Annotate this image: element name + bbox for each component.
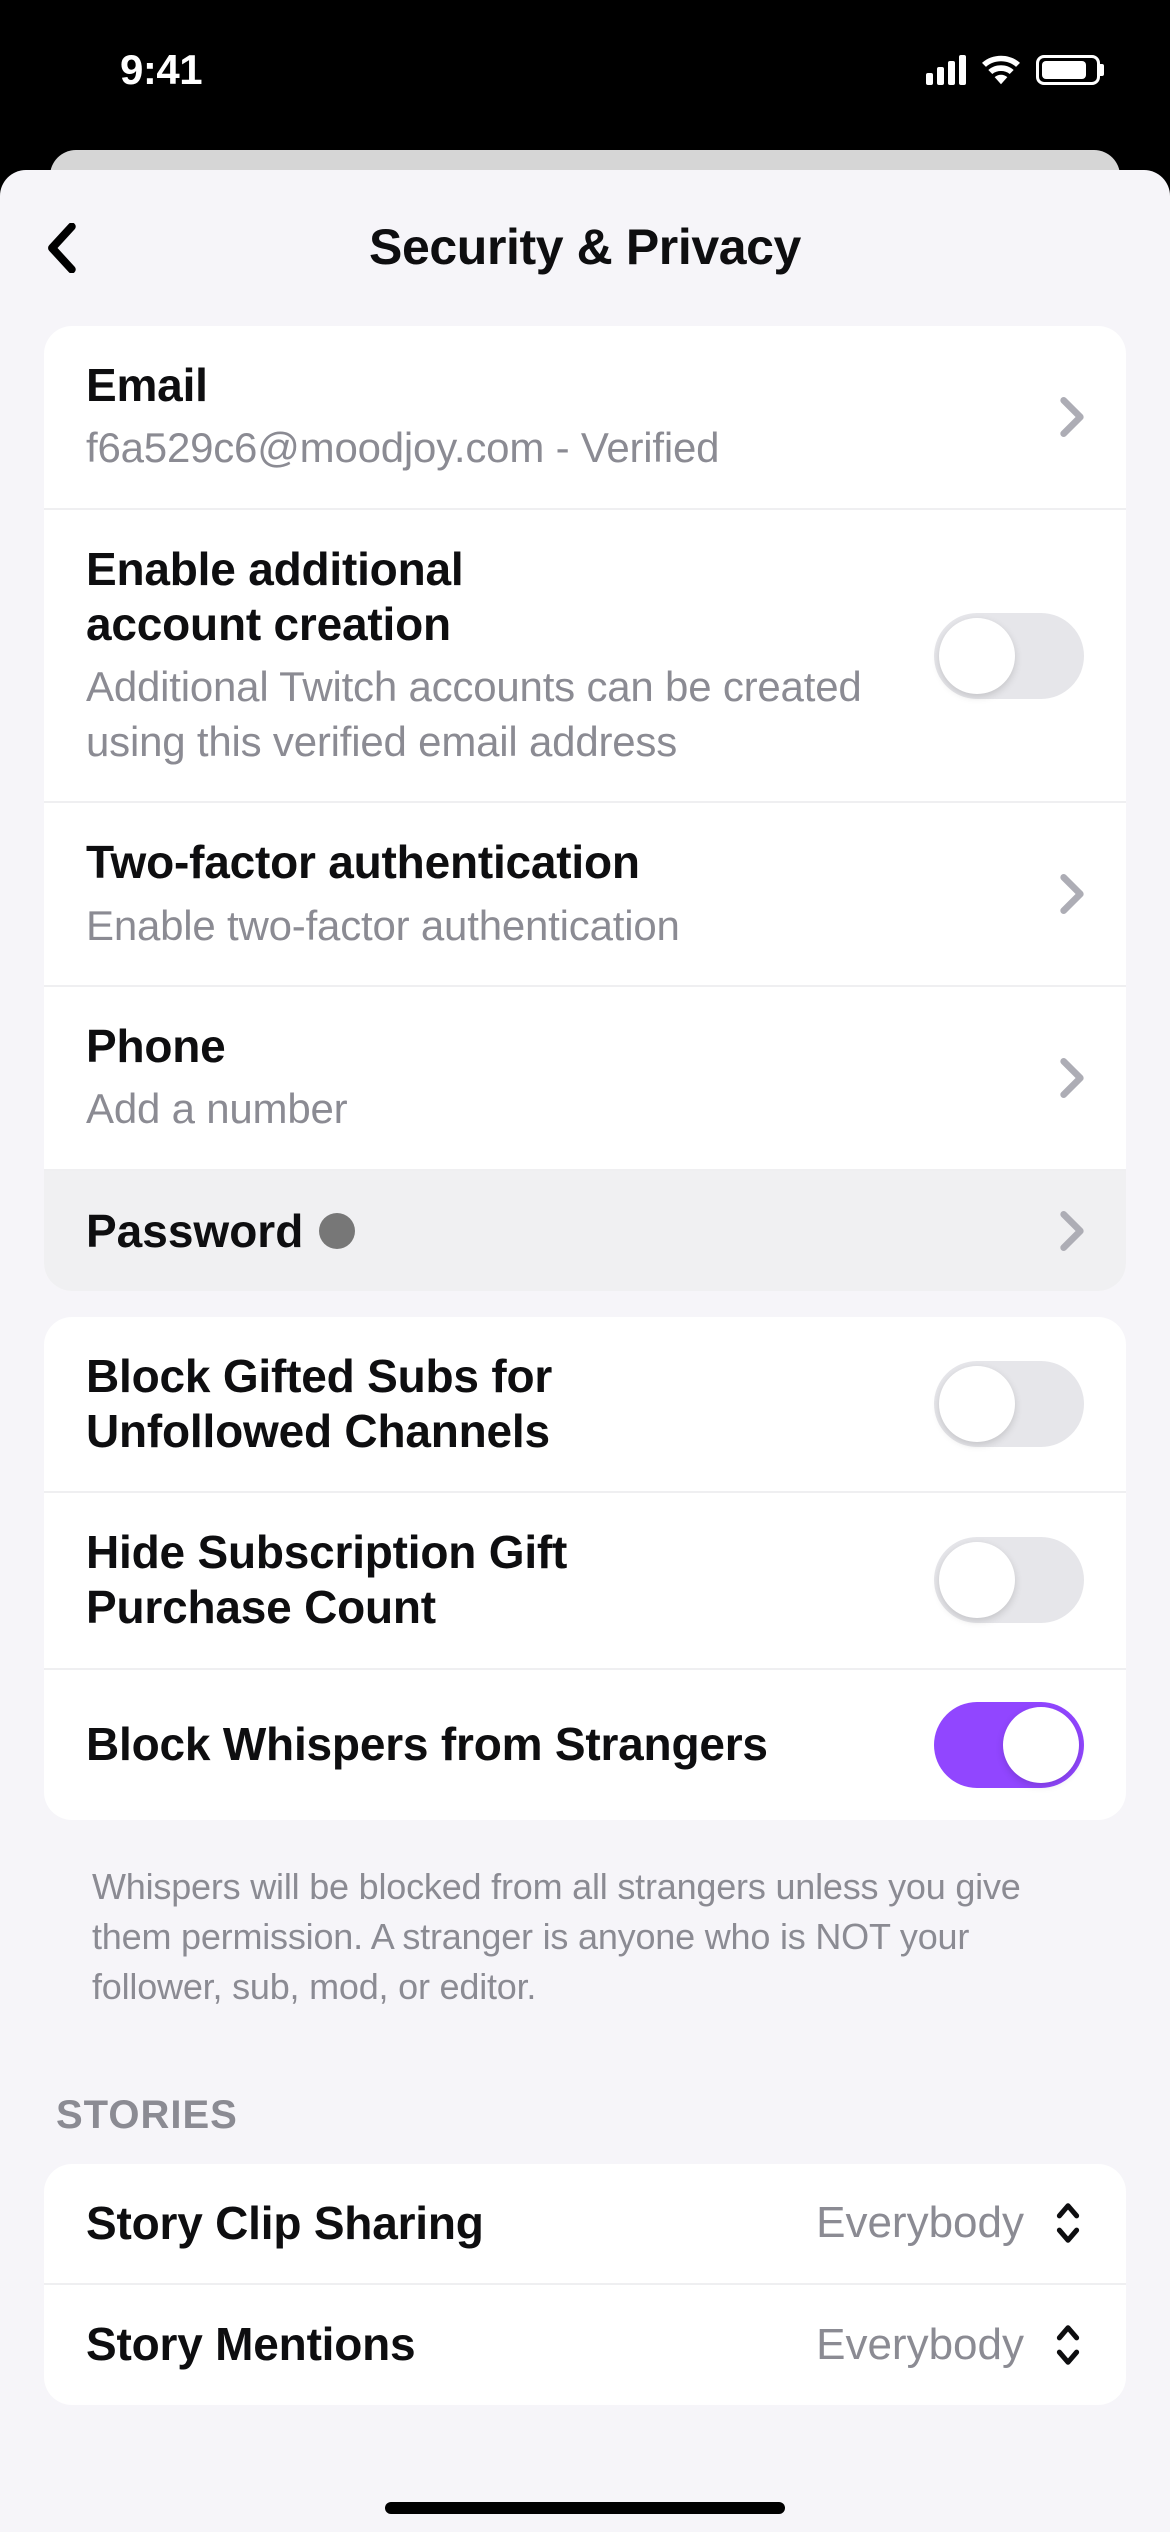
block-gifted-subs-title: Block Gifted Subs for Unfollowed Channel…: [86, 1349, 606, 1459]
stories-card: Story Clip Sharing Everybody Story Menti…: [44, 2164, 1126, 2405]
status-time: 9:41: [120, 46, 202, 94]
status-indicators: [926, 55, 1100, 85]
wifi-icon: [982, 55, 1020, 85]
back-button[interactable]: [36, 223, 86, 273]
phone-title: Phone: [86, 1019, 1040, 1074]
home-indicator[interactable]: [385, 2502, 785, 2514]
page-title: Security & Privacy: [40, 218, 1130, 276]
chevron-right-icon: [1060, 1211, 1084, 1251]
story-mentions-row[interactable]: Story Mentions Everybody: [44, 2285, 1126, 2405]
two-factor-subtitle: Enable two-factor authentication: [86, 899, 1040, 954]
block-whispers-toggle[interactable]: [934, 1702, 1084, 1788]
password-title: Password: [86, 1204, 303, 1258]
battery-icon: [1036, 55, 1100, 85]
password-row[interactable]: Password: [44, 1171, 1126, 1291]
privacy-card: Block Gifted Subs for Unfollowed Channel…: [44, 1317, 1126, 1820]
page-header: Security & Privacy: [0, 170, 1170, 326]
settings-sheet: Security & Privacy Email f6a529c6@moodjo…: [0, 170, 1170, 2532]
story-clip-sharing-title: Story Clip Sharing: [86, 2196, 816, 2251]
email-row[interactable]: Email f6a529c6@moodjoy.com - Verified: [44, 326, 1126, 510]
two-factor-row[interactable]: Two-factor authentication Enable two-fac…: [44, 803, 1126, 987]
chevron-right-icon: [1060, 397, 1084, 437]
password-indicator-dot: [319, 1213, 355, 1249]
story-mentions-value: Everybody: [816, 2320, 1024, 2370]
stories-section-header: STORIES: [44, 2053, 1126, 2164]
security-card: Email f6a529c6@moodjoy.com - Verified En…: [44, 326, 1126, 1291]
additional-account-row: Enable additional account creation Addit…: [44, 510, 1126, 804]
updown-icon: [1052, 2322, 1084, 2368]
block-whispers-row: Block Whispers from Strangers: [44, 1670, 1126, 1820]
additional-account-subtitle: Additional Twitch accounts can be create…: [86, 660, 886, 769]
block-gifted-subs-toggle[interactable]: [934, 1361, 1084, 1447]
two-factor-title: Two-factor authentication: [86, 835, 1040, 890]
story-mentions-title: Story Mentions: [86, 2317, 816, 2372]
cellular-signal-icon: [926, 55, 966, 85]
email-value: f6a529c6@moodjoy.com - Verified: [86, 421, 1040, 476]
chevron-left-icon: [45, 223, 77, 273]
story-clip-sharing-row[interactable]: Story Clip Sharing Everybody: [44, 2164, 1126, 2285]
block-gifted-subs-row: Block Gifted Subs for Unfollowed Channel…: [44, 1317, 1126, 1493]
chevron-right-icon: [1060, 874, 1084, 914]
phone-subtitle: Add a number: [86, 1082, 1040, 1137]
phone-row[interactable]: Phone Add a number: [44, 987, 1126, 1171]
updown-icon: [1052, 2200, 1084, 2246]
hide-gift-count-row: Hide Subscription Gift Purchase Count: [44, 1493, 1126, 1669]
status-bar: 9:41: [0, 0, 1170, 140]
chevron-right-icon: [1060, 1058, 1084, 1098]
additional-account-toggle[interactable]: [934, 613, 1084, 699]
block-whispers-title: Block Whispers from Strangers: [86, 1717, 914, 1772]
email-title: Email: [86, 358, 1040, 413]
hide-gift-count-toggle[interactable]: [934, 1537, 1084, 1623]
whispers-footer-text: Whispers will be blocked from all strang…: [44, 1846, 1126, 2053]
hide-gift-count-title: Hide Subscription Gift Purchase Count: [86, 1525, 626, 1635]
additional-account-title: Enable additional account creation: [86, 542, 506, 652]
story-clip-sharing-value: Everybody: [816, 2198, 1024, 2248]
